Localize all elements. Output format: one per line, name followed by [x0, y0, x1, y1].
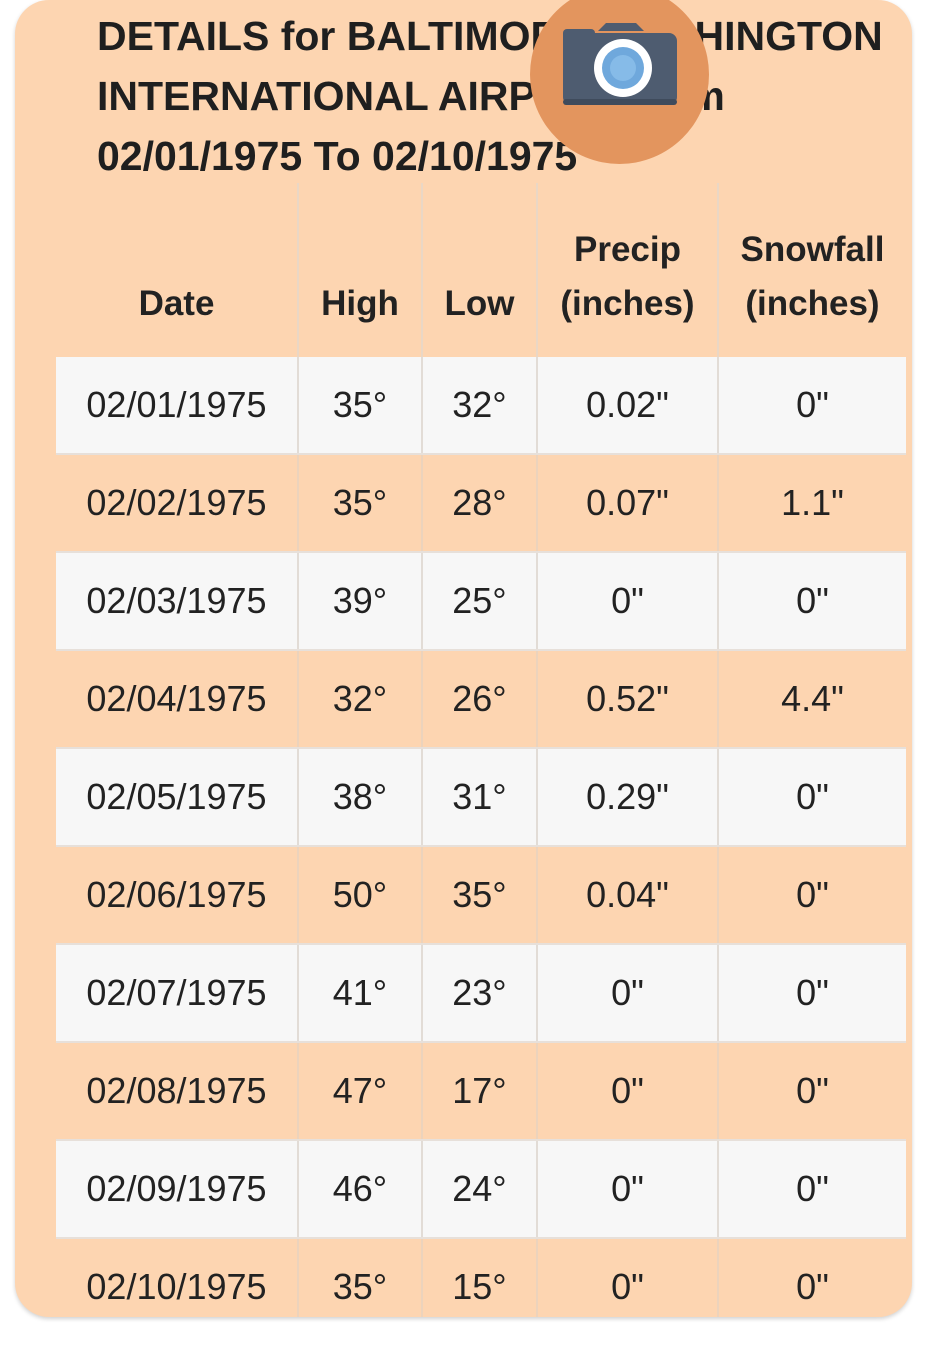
- cell-high: 47°: [298, 1042, 423, 1141]
- table-row: 02/02/1975 35° 28° 0.07" 1.1": [56, 454, 906, 553]
- cell-date: 02/03/1975: [56, 552, 299, 651]
- cell-snowfall: 0": [718, 846, 906, 945]
- cell-precip: 0": [537, 552, 719, 651]
- column-header-high: High: [298, 183, 423, 357]
- cell-precip: 0": [537, 944, 719, 1043]
- table-row: 02/05/1975 38° 31° 0.29" 0": [56, 748, 906, 847]
- cell-snowfall: 0": [718, 1042, 906, 1141]
- column-header-snowfall: Snowfall (inches): [740, 230, 885, 323]
- cell-low: 28°: [422, 454, 538, 553]
- cell-precip: 0.29": [537, 748, 719, 847]
- title-line-1: DETAILS for BALTIMORE-WASHINGTON: [97, 13, 883, 59]
- cell-date: 02/09/1975: [56, 1140, 299, 1239]
- column-header-precip: Precip (inches): [537, 183, 719, 357]
- cell-snowfall: 0": [718, 1238, 906, 1317]
- cell-snowfall: 0": [718, 748, 906, 847]
- page-title: DETAILS for BALTIMORE-WASHINGTON INTERNA…: [97, 6, 897, 186]
- cell-high: 35°: [298, 454, 423, 553]
- cell-snowfall: 0": [718, 357, 906, 455]
- cell-date: 02/08/1975: [56, 1042, 299, 1141]
- cell-high: 41°: [298, 944, 423, 1043]
- cell-low: 26°: [422, 650, 538, 749]
- cell-low: 35°: [422, 846, 538, 945]
- weather-table: Date High Low Precip (inches) Snowfall (…: [56, 183, 906, 1317]
- cell-low: 17°: [422, 1042, 538, 1141]
- table-header-row: Date High Low Precip (inches) Snowfall (…: [56, 183, 906, 357]
- cell-high: 35°: [298, 357, 423, 455]
- cell-snowfall: 4.4": [718, 650, 906, 749]
- title-line-2: INTERNATIONAL AIRPORT from: [97, 73, 725, 119]
- cell-high: 46°: [298, 1140, 423, 1239]
- cell-low: 31°: [422, 748, 538, 847]
- cell-high: 38°: [298, 748, 423, 847]
- table-row: 02/06/1975 50° 35° 0.04" 0": [56, 846, 906, 945]
- cell-date: 02/10/1975: [56, 1238, 299, 1317]
- cell-precip: 0.02": [537, 357, 719, 455]
- table-row: 02/04/1975 32° 26° 0.52" 4.4": [56, 650, 906, 749]
- cell-date: 02/02/1975: [56, 454, 299, 553]
- cell-snowfall: 0": [718, 552, 906, 651]
- table-row: 02/07/1975 41° 23° 0" 0": [56, 944, 906, 1043]
- cell-snowfall: 0": [718, 1140, 906, 1239]
- table-row: 02/09/1975 46° 24° 0" 0": [56, 1140, 906, 1239]
- cell-low: 32°: [422, 357, 538, 455]
- column-header-date: Date: [56, 183, 299, 357]
- cell-precip: 0.07": [537, 454, 719, 553]
- cell-low: 15°: [422, 1238, 538, 1317]
- cell-high: 32°: [298, 650, 423, 749]
- table-row: 02/10/1975 35° 15° 0" 0": [56, 1238, 906, 1317]
- cell-low: 25°: [422, 552, 538, 651]
- cell-high: 39°: [298, 552, 423, 651]
- cell-date: 02/06/1975: [56, 846, 299, 945]
- title-line-3: 02/01/1975 To 02/10/1975: [97, 133, 578, 179]
- cell-low: 24°: [422, 1140, 538, 1239]
- table-row: 02/01/1975 35° 32° 0.02" 0": [56, 357, 906, 455]
- cell-date: 02/07/1975: [56, 944, 299, 1043]
- cell-date: 02/01/1975: [56, 357, 299, 455]
- cell-high: 35°: [298, 1238, 423, 1317]
- cell-low: 23°: [422, 944, 538, 1043]
- cell-snowfall: 1.1": [718, 454, 906, 553]
- column-header-low: Low: [422, 183, 538, 357]
- table-row: 02/08/1975 47° 17° 0" 0": [56, 1042, 906, 1141]
- camera-icon: [563, 23, 677, 105]
- cell-date: 02/05/1975: [56, 748, 299, 847]
- cell-date: 02/04/1975: [56, 650, 299, 749]
- cell-precip: 0.52": [537, 650, 719, 749]
- cell-snowfall: 0": [718, 944, 906, 1043]
- weather-details-card: DETAILS for BALTIMORE-WASHINGTON INTERNA…: [15, 0, 912, 1317]
- cell-precip: 0": [537, 1140, 719, 1239]
- cell-precip: 0": [537, 1042, 719, 1141]
- table-row: 02/03/1975 39° 25° 0" 0": [56, 552, 906, 651]
- cell-high: 50°: [298, 846, 423, 945]
- cell-precip: 0.04": [537, 846, 719, 945]
- cell-precip: 0": [537, 1238, 719, 1317]
